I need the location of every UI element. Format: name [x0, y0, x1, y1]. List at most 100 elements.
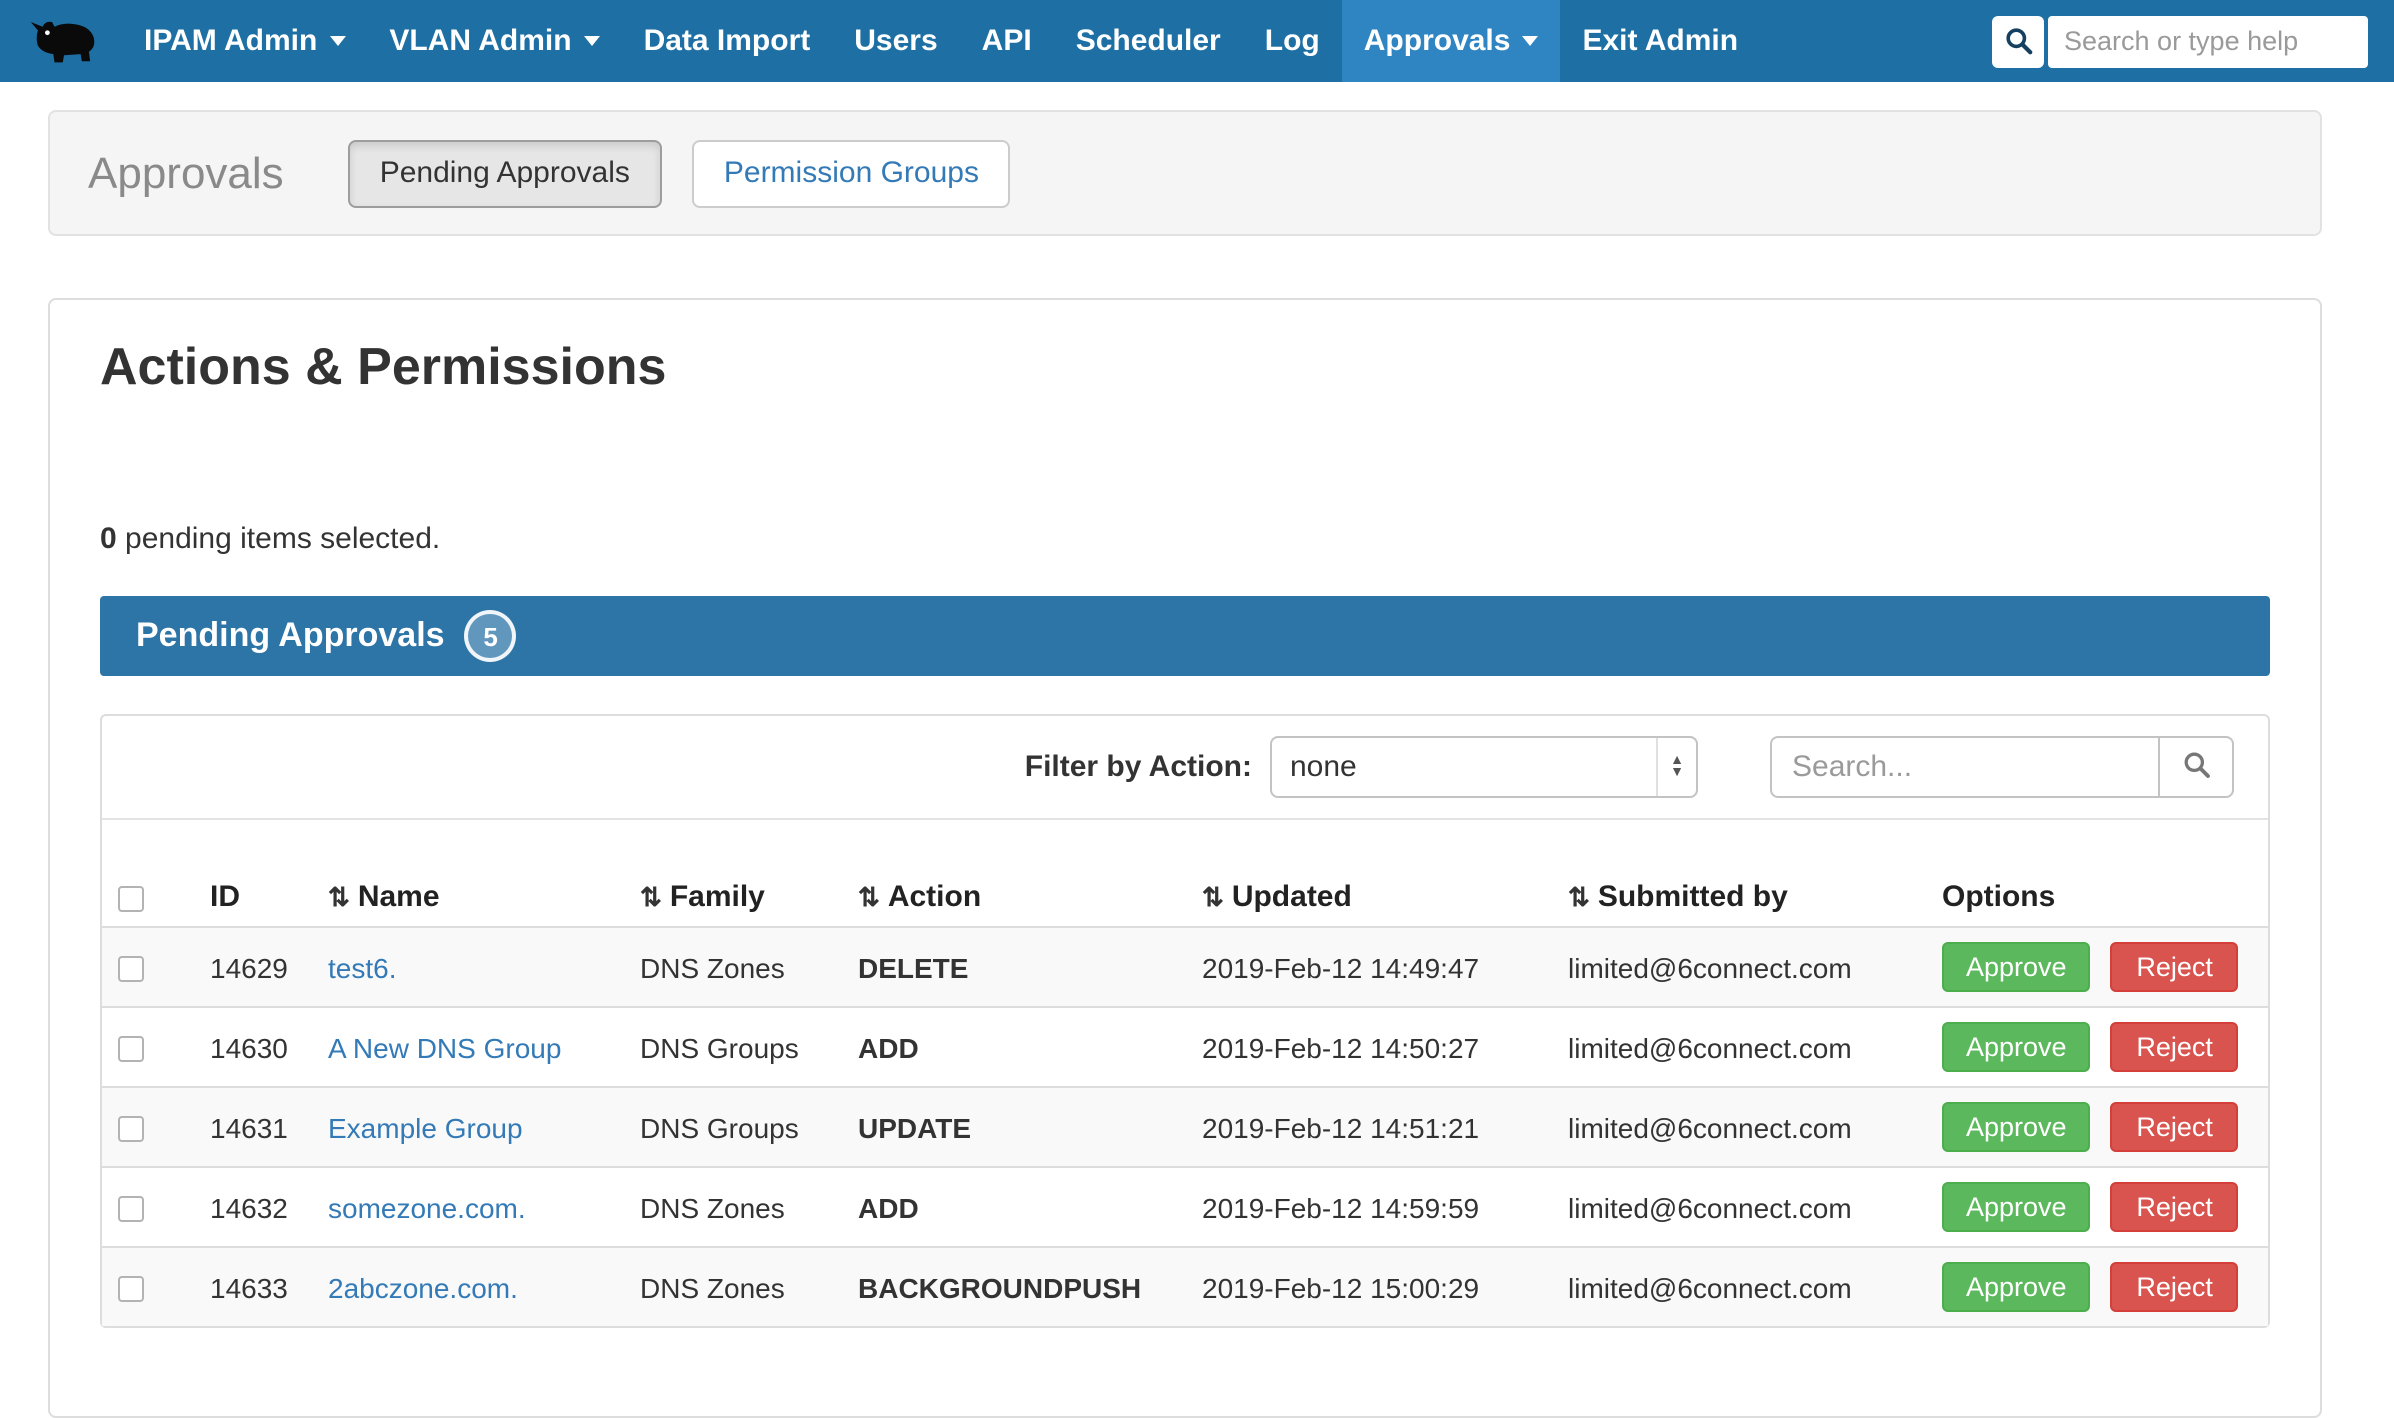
row-name-link[interactable]: A New DNS Group — [328, 1031, 561, 1063]
row-action: DELETE — [842, 927, 1186, 1007]
sort-icon: ⇅ — [1202, 882, 1224, 912]
row-name-link[interactable]: test6. — [328, 951, 397, 983]
row-submitted-by: limited@6connect.com — [1552, 1007, 1926, 1087]
row-family: DNS Groups — [624, 1087, 842, 1167]
row-updated: 2019-Feb-12 14:50:27 — [1186, 1007, 1552, 1087]
row-name-link[interactable]: Example Group — [328, 1111, 523, 1143]
table-row: 14632 somezone.com. DNS Zones ADD 2019-F… — [102, 1167, 2268, 1247]
row-action: UPDATE — [842, 1087, 1186, 1167]
row-id: 14629 — [194, 927, 312, 1007]
sort-icon: ⇅ — [858, 882, 880, 912]
approve-button[interactable]: Approve — [1942, 1022, 2091, 1072]
chevron-down-icon — [584, 36, 600, 46]
reject-button[interactable]: Reject — [2110, 942, 2239, 992]
table-search-group — [1770, 736, 2234, 798]
nav-item-exit-admin[interactable]: Exit Admin — [1560, 0, 1760, 82]
nav-item-vlan-admin[interactable]: VLAN Admin — [367, 0, 621, 82]
approve-button[interactable]: Approve — [1942, 1182, 2091, 1232]
col-header-action[interactable]: ⇅Action — [842, 868, 1186, 927]
row-updated: 2019-Feb-12 15:00:29 — [1186, 1247, 1552, 1326]
reject-button[interactable]: Reject — [2110, 1102, 2239, 1152]
page-header-bar: Approvals Pending Approvals Permission G… — [48, 110, 2322, 236]
table-header-row: ID ⇅Name ⇅Family ⇅Action ⇅Updated ⇅Submi… — [102, 868, 2268, 927]
navbar-search-area — [1992, 0, 2394, 82]
filter-action-select[interactable]: none ▲ ▼ — [1270, 736, 1698, 798]
sort-icon: ⇅ — [640, 882, 662, 912]
row-id: 14630 — [194, 1007, 312, 1087]
nav-item-api[interactable]: API — [960, 0, 1054, 82]
pending-approvals-bar-title: Pending Approvals — [136, 616, 445, 656]
row-submitted-by: limited@6connect.com — [1552, 1247, 1926, 1326]
nav-item-approvals[interactable]: Approvals — [1342, 0, 1561, 82]
row-submitted-by: limited@6connect.com — [1552, 927, 1926, 1007]
approvals-table-panel: Filter by Action: none ▲ ▼ — [100, 714, 2270, 1328]
filter-action-value: none — [1290, 750, 1656, 784]
row-checkbox[interactable] — [118, 957, 144, 983]
section-heading: Actions & Permissions — [100, 336, 2270, 398]
main-panel: Actions & Permissions 0 pending items se… — [48, 298, 2322, 1418]
row-family: DNS Zones — [624, 1247, 842, 1326]
row-action: ADD — [842, 1167, 1186, 1247]
tab-pending-approvals[interactable]: Pending Approvals — [348, 139, 662, 207]
row-submitted-by: limited@6connect.com — [1552, 1167, 1926, 1247]
col-header-name[interactable]: ⇅Name — [312, 868, 624, 927]
table-row: 14630 A New DNS Group DNS Groups ADD 201… — [102, 1007, 2268, 1087]
row-family: DNS Zones — [624, 927, 842, 1007]
approvals-table: ID ⇅Name ⇅Family ⇅Action ⇅Updated ⇅Submi… — [102, 868, 2268, 1326]
tab-permission-groups[interactable]: Permission Groups — [692, 139, 1011, 207]
row-updated: 2019-Feb-12 14:49:47 — [1186, 927, 1552, 1007]
col-header-family[interactable]: ⇅Family — [624, 868, 842, 927]
row-submitted-by: limited@6connect.com — [1552, 1087, 1926, 1167]
approve-button[interactable]: Approve — [1942, 1262, 2091, 1312]
search-icon — [2181, 749, 2211, 785]
nav-item-ipam-admin[interactable]: IPAM Admin — [122, 0, 367, 82]
filter-label: Filter by Action: — [1025, 750, 1252, 784]
nav-item-users[interactable]: Users — [832, 0, 959, 82]
row-updated: 2019-Feb-12 14:51:21 — [1186, 1087, 1552, 1167]
row-family: DNS Zones — [624, 1167, 842, 1247]
chevron-down-icon — [329, 36, 345, 46]
row-family: DNS Groups — [624, 1007, 842, 1087]
select-all-checkbox[interactable] — [118, 885, 144, 911]
row-action: BACKGROUNDPUSH — [842, 1247, 1186, 1326]
logo-rhino-icon[interactable] — [0, 0, 122, 82]
search-icon[interactable] — [1992, 15, 2044, 67]
navbar-menu: IPAM AdminVLAN AdminData ImportUsersAPIS… — [122, 0, 1760, 82]
row-id: 14631 — [194, 1087, 312, 1167]
sort-icon: ⇅ — [1568, 882, 1590, 912]
page-title: Approvals — [88, 147, 284, 199]
approvals-tbody: 14629 test6. DNS Zones DELETE 2019-Feb-1… — [102, 927, 2268, 1326]
row-checkbox[interactable] — [118, 1197, 144, 1223]
approve-button[interactable]: Approve — [1942, 942, 2091, 992]
row-name-link[interactable]: somezone.com. — [328, 1191, 526, 1223]
global-search-input[interactable] — [2048, 15, 2368, 67]
nav-item-data-import[interactable]: Data Import — [622, 0, 833, 82]
reject-button[interactable]: Reject — [2110, 1262, 2239, 1312]
col-header-submitted-by[interactable]: ⇅Submitted by — [1552, 868, 1926, 927]
row-checkbox[interactable] — [118, 1117, 144, 1143]
row-checkbox[interactable] — [118, 1037, 144, 1063]
col-header-updated[interactable]: ⇅Updated — [1186, 868, 1552, 927]
nav-item-log[interactable]: Log — [1243, 0, 1342, 82]
row-name-link[interactable]: 2abczone.com. — [328, 1271, 518, 1303]
reject-button[interactable]: Reject — [2110, 1182, 2239, 1232]
top-navbar: IPAM AdminVLAN AdminData ImportUsersAPIS… — [0, 0, 2394, 82]
sort-icon: ⇅ — [328, 882, 350, 912]
approve-button[interactable]: Approve — [1942, 1102, 2091, 1152]
table-row: 14629 test6. DNS Zones DELETE 2019-Feb-1… — [102, 927, 2268, 1007]
selected-count: 0 — [100, 522, 117, 556]
chevron-down-icon — [1522, 36, 1538, 46]
pending-approvals-bar: Pending Approvals 5 — [100, 596, 2270, 676]
table-search-input[interactable] — [1770, 736, 2160, 798]
select-arrows-icon: ▲ ▼ — [1656, 738, 1696, 796]
col-header-id[interactable]: ID — [194, 868, 312, 927]
table-row: 14631 Example Group DNS Groups UPDATE 20… — [102, 1087, 2268, 1167]
table-search-button[interactable] — [2160, 736, 2234, 798]
col-header-options: Options — [1926, 868, 2268, 927]
row-checkbox[interactable] — [118, 1277, 144, 1303]
row-action: ADD — [842, 1007, 1186, 1087]
filter-row: Filter by Action: none ▲ ▼ — [102, 716, 2268, 820]
reject-button[interactable]: Reject — [2110, 1022, 2239, 1072]
nav-item-scheduler[interactable]: Scheduler — [1054, 0, 1243, 82]
app-root: IPAM AdminVLAN AdminData ImportUsersAPIS… — [0, 0, 2394, 1334]
